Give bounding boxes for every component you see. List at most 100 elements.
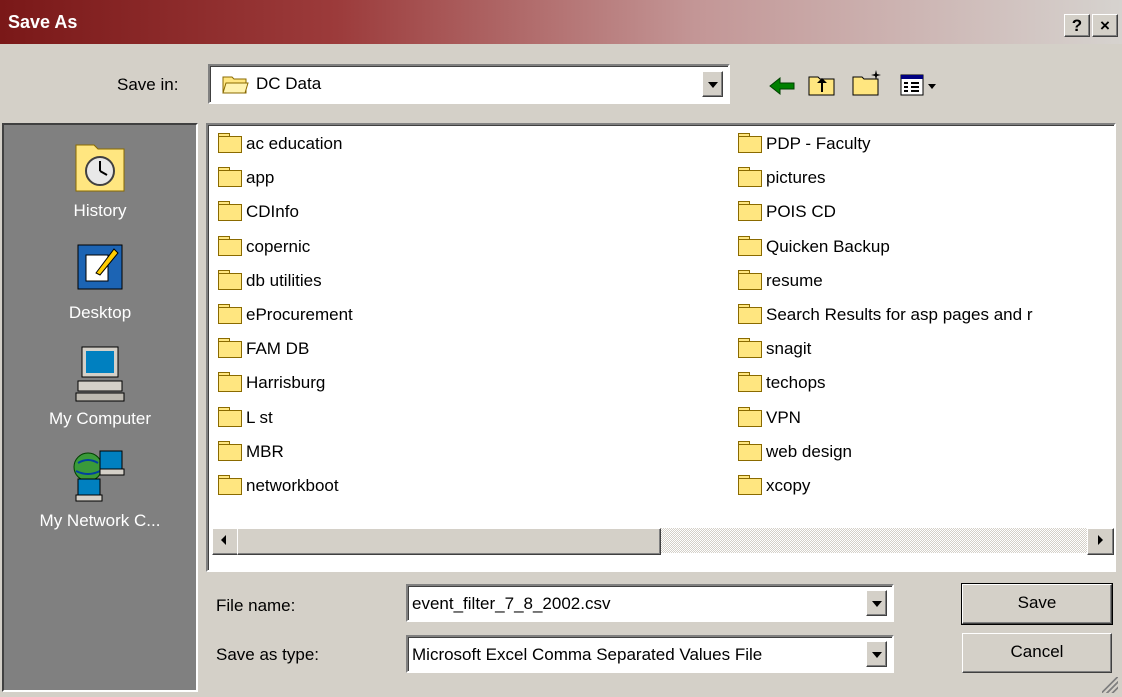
file-list-item[interactable]: VPN <box>738 406 801 431</box>
place-label: My Network C... <box>39 511 161 530</box>
folder-icon <box>738 304 762 324</box>
cancel-button[interactable]: Cancel <box>962 633 1112 673</box>
file-name: eProcurement <box>246 305 353 324</box>
folder-icon <box>218 201 242 222</box>
file-list-item[interactable]: resume <box>738 269 823 294</box>
save-in-dropdown-button[interactable] <box>702 71 723 97</box>
file-name: VPN <box>766 407 801 427</box>
view-menu-icon[interactable] <box>900 74 940 98</box>
place-my-computer[interactable]: My Computer <box>4 345 196 429</box>
file-name: resume <box>766 270 823 290</box>
save-in-combo[interactable]: DC Data <box>208 64 730 104</box>
place-desktop[interactable]: Desktop <box>4 241 196 323</box>
file-list-item[interactable]: CDInfo <box>218 201 299 225</box>
file-list-item[interactable]: Harrisburg <box>218 372 325 396</box>
folder-icon <box>218 304 242 324</box>
file-list-item[interactable]: xcopy <box>738 475 810 499</box>
help-button[interactable]: ? <box>1064 14 1090 37</box>
title-bar[interactable]: Save As ? × <box>0 0 1122 44</box>
file-list-item[interactable]: copernic <box>218 235 311 260</box>
back-arrow-icon[interactable] <box>768 76 796 96</box>
file-list-item[interactable]: POIS CD <box>738 201 836 225</box>
file-list-item[interactable]: techops <box>738 372 826 396</box>
folder-icon <box>738 406 762 427</box>
file-list-item[interactable]: db utilities <box>218 269 322 294</box>
file-list-item[interactable]: Quicken Backup <box>738 235 890 260</box>
scroll-left-button[interactable] <box>212 528 239 555</box>
file-name: ac education <box>246 134 343 153</box>
file-name: db utilities <box>246 270 322 290</box>
place-my-network[interactable]: My Network C... <box>4 447 196 531</box>
file-name: MBR <box>246 441 284 461</box>
save-in-label: Save in: <box>117 75 179 94</box>
folder-icon <box>218 269 242 290</box>
file-name: copernic <box>246 236 311 256</box>
up-folder-icon[interactable] <box>808 72 836 98</box>
file-name: L st <box>246 407 273 427</box>
file-name: FAM DB <box>246 339 310 359</box>
folder-icon <box>218 440 242 461</box>
file-list-item[interactable]: MBR <box>218 440 284 465</box>
file-name-input[interactable]: event_filter_7_8_2002.csv <box>406 584 894 622</box>
file-name: snagit <box>766 339 812 359</box>
file-name: networkboot <box>246 476 339 495</box>
desktop-icon <box>77 244 123 290</box>
file-list-item[interactable]: networkboot <box>218 475 339 499</box>
open-folder-icon <box>222 76 249 94</box>
file-list-item[interactable]: Search Results for asp pages and r <box>738 304 1032 328</box>
horizontal-scrollbar[interactable] <box>212 528 1114 555</box>
save-button[interactable]: Save <box>961 583 1113 625</box>
file-list-item[interactable]: L st <box>218 406 273 431</box>
place-history[interactable]: History <box>4 135 196 221</box>
folder-icon <box>738 201 762 222</box>
file-list-item[interactable]: app <box>218 167 274 191</box>
place-label: History <box>73 201 127 220</box>
file-list-item[interactable]: snagit <box>738 338 811 362</box>
chevron-down-icon <box>708 82 718 88</box>
file-list-item[interactable]: PDP - Faculty <box>738 133 871 157</box>
save-as-type-dropdown-button[interactable] <box>866 641 887 667</box>
folder-icon <box>738 235 762 256</box>
places-bar: History Desktop My Computer My Network C… <box>2 123 198 692</box>
folder-icon <box>738 167 762 188</box>
folder-icon <box>738 269 762 290</box>
folder-icon <box>218 167 242 188</box>
file-name: PDP - Faculty <box>766 134 871 153</box>
dialog-title: Save As <box>8 12 78 32</box>
file-list-item[interactable]: pictures <box>738 167 826 191</box>
folder-icon <box>738 475 762 495</box>
file-name: CDInfo <box>246 202 299 222</box>
file-name: app <box>246 168 275 188</box>
file-list[interactable]: ac education app CDInfo copernic db utilitie… <box>206 123 1116 572</box>
file-name: POIS CD <box>766 202 836 222</box>
save-as-type-select[interactable]: Microsoft Excel Comma Separated Values F… <box>406 635 894 673</box>
file-list-item[interactable]: web design <box>738 440 853 465</box>
my-network-icon <box>73 450 125 502</box>
arrow-right-icon <box>1098 535 1103 545</box>
folder-icon <box>218 133 242 153</box>
close-button[interactable]: × <box>1092 14 1118 37</box>
arrow-left-icon <box>221 535 226 545</box>
place-label: My Computer <box>48 409 152 428</box>
file-name: pictures <box>766 168 826 188</box>
file-name: techops <box>766 373 826 393</box>
save-as-type-label: Save as type: <box>216 645 320 664</box>
file-name: web design <box>766 441 853 461</box>
chevron-down-icon <box>872 652 882 658</box>
chevron-down-icon <box>872 601 882 607</box>
file-list-item[interactable]: FAM DB <box>218 338 309 362</box>
scroll-thumb[interactable] <box>237 528 661 555</box>
file-list-item[interactable]: eProcurement <box>218 304 353 328</box>
folder-icon <box>738 372 762 393</box>
file-name: Quicken Backup <box>766 236 890 256</box>
scroll-right-button[interactable] <box>1087 528 1114 555</box>
file-list-item[interactable]: ac education <box>218 133 342 157</box>
folder-icon <box>738 338 762 359</box>
place-label: Desktop <box>68 303 132 322</box>
file-name: Harrisburg <box>246 373 326 393</box>
new-folder-icon[interactable] <box>852 68 886 98</box>
folder-icon <box>738 440 762 461</box>
file-name-dropdown-button[interactable] <box>866 590 887 616</box>
resize-grip[interactable] <box>1102 677 1118 693</box>
folder-icon <box>218 475 242 495</box>
